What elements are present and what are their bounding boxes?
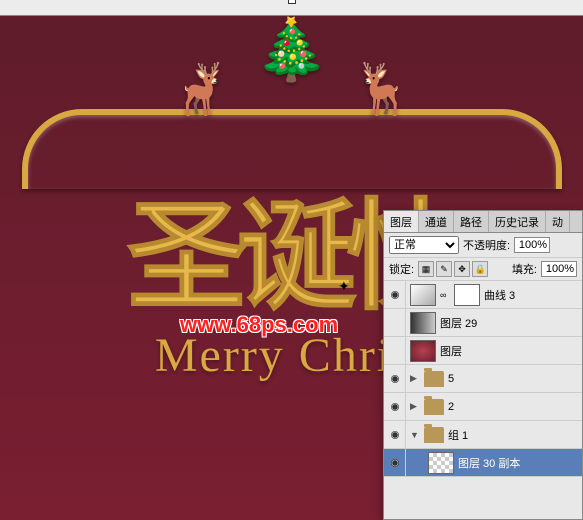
blend-mode-select[interactable]: 正常: [389, 236, 459, 254]
lock-brush-icon[interactable]: ✎: [436, 261, 452, 277]
layer-name: 曲线 3: [484, 287, 515, 303]
visibility-toggle[interactable]: [384, 421, 406, 448]
opacity-label: 不透明度:: [463, 237, 510, 253]
folder-icon: [424, 371, 444, 387]
lock-label: 锁定:: [389, 261, 414, 277]
transform-handle-top[interactable]: [288, 0, 296, 4]
layer-row-layer[interactable]: 图层: [384, 337, 582, 365]
opacity-input[interactable]: [514, 237, 550, 253]
eye-icon: [388, 402, 402, 412]
lock-row: 锁定: ▦ ✎ ✥ 🔒 填充:: [384, 258, 582, 281]
blend-row: 正常 不透明度:: [384, 233, 582, 258]
visibility-toggle[interactable]: [384, 365, 406, 392]
eye-icon: [388, 290, 402, 300]
layer-row-group-2[interactable]: ▶ 2: [384, 393, 582, 421]
tab-actions[interactable]: 动: [546, 211, 570, 232]
fill-input[interactable]: [541, 261, 577, 277]
visibility-toggle[interactable]: [384, 393, 406, 420]
layer-name: 5: [448, 373, 454, 385]
panel-tabs: 图层 通道 路径 历史记录 动: [384, 211, 582, 233]
lock-all-icon[interactable]: 🔒: [472, 261, 488, 277]
eye-icon: [388, 430, 402, 440]
tab-history[interactable]: 历史记录: [489, 211, 546, 232]
deer-right-icon: 🦌: [352, 60, 414, 119]
folder-icon: [424, 427, 444, 443]
visibility-toggle[interactable]: [384, 281, 406, 308]
eye-icon: [388, 374, 402, 384]
watermark-text: www.68ps.com: [180, 312, 338, 338]
layer-name: 图层 30 副本: [458, 455, 520, 471]
layer-thumbnail[interactable]: [410, 312, 436, 334]
layer-name: 组 1: [448, 427, 468, 443]
layer-row-group-1[interactable]: ▼ 组 1: [384, 421, 582, 449]
lock-position-icon[interactable]: ✥: [454, 261, 470, 277]
layer-row-30-copy[interactable]: 图层 30 副本: [384, 449, 582, 477]
deer-left-icon: 🦌: [169, 60, 231, 119]
tab-channels[interactable]: 通道: [419, 211, 454, 232]
expand-arrow-icon[interactable]: ▶: [410, 401, 420, 412]
layer-name: 2: [448, 401, 454, 413]
layer-thumbnail[interactable]: [428, 452, 454, 474]
tab-paths[interactable]: 路径: [454, 211, 489, 232]
visibility-toggle[interactable]: [384, 337, 406, 364]
folder-icon: [424, 399, 444, 415]
lock-transparency-icon[interactable]: ▦: [418, 261, 434, 277]
layer-row-group-5[interactable]: ▶ 5: [384, 365, 582, 393]
collapse-arrow-icon[interactable]: ▼: [410, 430, 420, 440]
tab-layers[interactable]: 图层: [384, 211, 419, 232]
link-icon: ∞: [440, 290, 450, 300]
expand-arrow-icon[interactable]: ▶: [410, 373, 420, 384]
visibility-toggle[interactable]: [384, 309, 406, 336]
transform-center-icon[interactable]: ✦: [338, 278, 350, 295]
layer-name: 图层 29: [440, 315, 477, 331]
layers-list: ∞ 曲线 3 图层 29 图层 ▶: [384, 281, 582, 506]
layer-row-curves[interactable]: ∞ 曲线 3: [384, 281, 582, 309]
eye-icon: [388, 458, 402, 468]
layer-name: 图层: [440, 343, 462, 359]
layer-thumbnail[interactable]: [410, 340, 436, 362]
mask-thumbnail[interactable]: [454, 284, 480, 306]
lock-icons: ▦ ✎ ✥ 🔒: [418, 261, 488, 277]
visibility-toggle[interactable]: [384, 449, 406, 476]
layer-row-29[interactable]: 图层 29: [384, 309, 582, 337]
fill-label: 填充:: [512, 261, 537, 277]
layer-thumbnail[interactable]: [410, 284, 436, 306]
layers-panel: 图层 通道 路径 历史记录 动 正常 不透明度: 锁定: ▦ ✎ ✥ 🔒 填充:…: [383, 210, 583, 520]
